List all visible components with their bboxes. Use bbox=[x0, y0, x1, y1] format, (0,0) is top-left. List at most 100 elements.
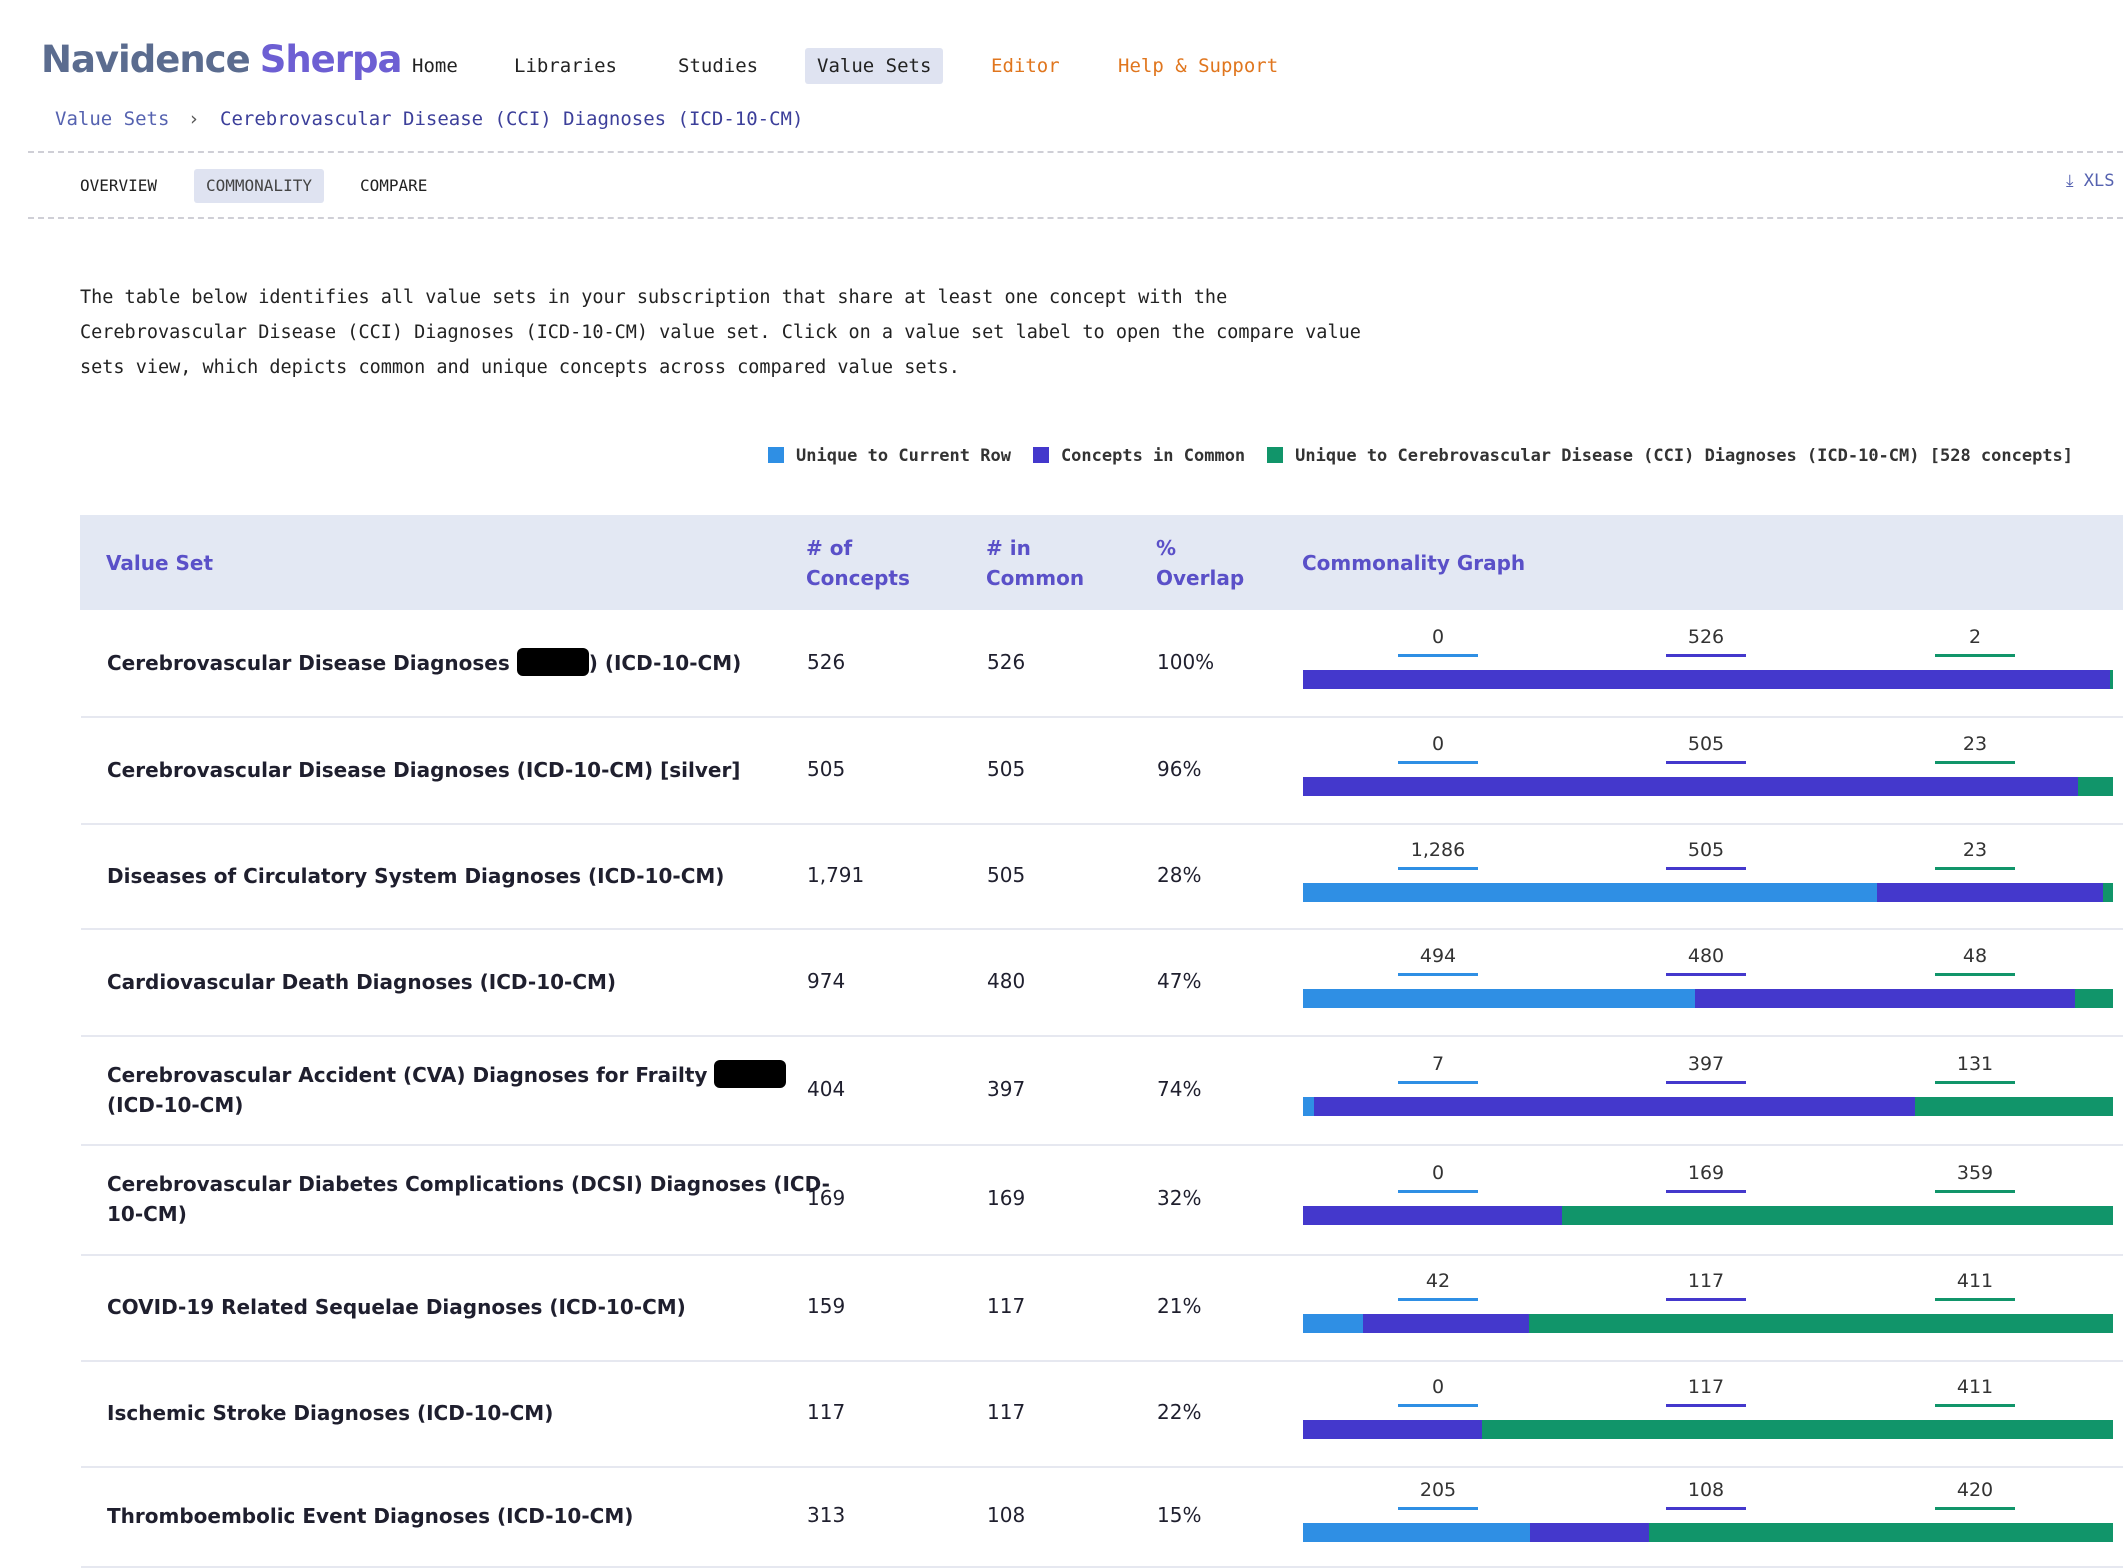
header-value-set[interactable]: Value Set bbox=[106, 548, 213, 578]
tab-commonality[interactable]: COMMONALITY bbox=[194, 169, 324, 203]
value-set-link[interactable]: Ischemic Stroke Diagnoses (ICD-10-CM) bbox=[107, 1398, 837, 1428]
header-overlap[interactable]: % Overlap bbox=[1156, 533, 1256, 593]
description-line: The table below identifies all value set… bbox=[80, 287, 1228, 308]
commonality-bar bbox=[1303, 670, 2113, 689]
graph-count-underline bbox=[1935, 760, 2015, 764]
legend-item-unique-row: Unique to Current Row bbox=[768, 446, 1011, 466]
table-row: COVID-19 Related Sequelae Diagnoses (ICD… bbox=[81, 1254, 2123, 1362]
common-count: 117 bbox=[987, 1400, 1026, 1424]
commonality-bar bbox=[1303, 1206, 2113, 1225]
bar-segment-in-common bbox=[1303, 1206, 1563, 1225]
value-set-name-suffix: ) (ICD-10-CM) bbox=[588, 651, 742, 675]
graph-count-underline bbox=[1398, 1298, 1478, 1301]
graph-count-underline bbox=[1666, 972, 1746, 976]
export-xls-button[interactable]: ⤓ XLS bbox=[2066, 171, 2114, 191]
bar-segment-in-common bbox=[1303, 670, 2110, 689]
legend-swatch bbox=[768, 447, 784, 463]
nav-libraries[interactable]: Libraries bbox=[502, 48, 629, 84]
graph-count-label: 23 bbox=[1962, 732, 1988, 755]
common-count: 480 bbox=[987, 968, 1026, 993]
app-logo[interactable]: Navidence Sherpa bbox=[41, 38, 402, 81]
graph-count-underline bbox=[1935, 972, 2015, 976]
graph-count-label: 526 bbox=[1687, 626, 1725, 648]
commonality-graph: 1,286 505 23 bbox=[1303, 839, 2113, 909]
commonality-graph: 0 505 23 bbox=[1303, 733, 2113, 803]
commonality-graph: 205 108 420 bbox=[1303, 1479, 2113, 1549]
common-count: 505 bbox=[987, 756, 1026, 781]
graph-count-underline bbox=[1666, 654, 1746, 657]
breadcrumb-current: Cerebrovascular Disease (CCI) Diagnoses … bbox=[220, 108, 804, 130]
graph-count-underline bbox=[1398, 1190, 1478, 1193]
bar-segment-unique-row bbox=[1303, 988, 1695, 1008]
value-set-name: Ischemic Stroke Diagnoses (ICD-10-CM) bbox=[107, 1401, 554, 1425]
header-concepts[interactable]: # of Concepts bbox=[806, 533, 926, 593]
graph-count-underline bbox=[1666, 866, 1746, 870]
value-set-link[interactable]: Thromboembolic Event Diagnoses (ICD-10-C… bbox=[107, 1501, 837, 1531]
overlap-percent: 100% bbox=[1157, 650, 1215, 674]
bar-segment-unique-ref bbox=[2102, 882, 2113, 902]
value-set-link[interactable]: Cerebrovascular Disease Diagnoses ) (ICD… bbox=[107, 648, 837, 678]
commonality-graph: 494 480 48 bbox=[1303, 945, 2113, 1015]
common-count: 397 bbox=[987, 1076, 1026, 1101]
bar-segment-unique-ref bbox=[1648, 1523, 2113, 1542]
value-set-name: Thromboembolic Event Diagnoses (ICD-10-C… bbox=[107, 1504, 634, 1528]
concepts-count: 1,791 bbox=[807, 862, 865, 887]
graph-count-underline bbox=[1935, 1190, 2015, 1193]
bar-segment-unique-row bbox=[1303, 1523, 1530, 1542]
graph-count-label: 48 bbox=[1962, 944, 1988, 967]
table-row: Cerebrovascular Diabetes Complications (… bbox=[81, 1144, 2123, 1256]
value-set-name: Cardiovascular Death Diagnoses (ICD-10-C… bbox=[107, 969, 617, 994]
commonality-graph: 0 169 359 bbox=[1303, 1162, 2113, 1232]
concepts-count: 505 bbox=[807, 756, 846, 781]
tab-compare[interactable]: COMPARE bbox=[348, 169, 439, 203]
logo-part1: Navidence bbox=[41, 38, 251, 81]
header-common[interactable]: # in Common bbox=[986, 533, 1106, 593]
bar-segment-unique-row bbox=[1303, 1096, 1314, 1116]
redacted-block bbox=[516, 648, 589, 676]
graph-count-underline bbox=[1398, 1080, 1478, 1084]
bar-segment-in-common bbox=[1694, 988, 2075, 1008]
value-set-link[interactable]: Cerebrovascular Disease Diagnoses (ICD-1… bbox=[107, 755, 837, 785]
value-set-link[interactable]: Cerebrovascular Diabetes Complications (… bbox=[107, 1169, 837, 1229]
bar-segment-unique-ref bbox=[1482, 1420, 2113, 1439]
concepts-count: 526 bbox=[807, 650, 846, 674]
graph-count-underline bbox=[1666, 1298, 1746, 1301]
graph-count-underline bbox=[1398, 866, 1478, 870]
value-set-link[interactable]: COVID-19 Related Sequelae Diagnoses (ICD… bbox=[107, 1292, 837, 1322]
graph-count-label: 117 bbox=[1687, 1376, 1725, 1398]
nav-help-support[interactable]: Help & Support bbox=[1106, 48, 1290, 84]
export-label: XLS bbox=[2083, 171, 2115, 191]
value-set-link[interactable]: Cerebrovascular Accident (CVA) Diagnoses… bbox=[107, 1059, 837, 1120]
commonality-bar bbox=[1303, 776, 2113, 796]
nav-studies[interactable]: Studies bbox=[666, 48, 770, 84]
common-count: 169 bbox=[987, 1186, 1026, 1210]
bar-segment-in-common bbox=[1303, 1420, 1483, 1439]
header-graph: Commonality Graph bbox=[1302, 551, 1526, 575]
tab-overview[interactable]: OVERVIEW bbox=[68, 169, 169, 203]
commonality-bar bbox=[1303, 1314, 2113, 1333]
nav-value-sets[interactable]: Value Sets bbox=[805, 48, 944, 84]
bar-segment-in-common bbox=[1877, 882, 2103, 902]
commonality-bar bbox=[1303, 882, 2113, 902]
bar-segment-unique-ref bbox=[1528, 1314, 2113, 1333]
commonality-bar bbox=[1303, 1096, 2113, 1116]
graph-count-underline bbox=[1935, 1404, 2015, 1407]
bar-segment-unique-row bbox=[1303, 882, 1878, 902]
value-set-link[interactable]: Diseases of Circulatory System Diagnoses… bbox=[107, 861, 837, 891]
overlap-percent: 47% bbox=[1157, 968, 1202, 993]
nav-home[interactable]: Home bbox=[400, 48, 470, 84]
bar-segment-in-common bbox=[1303, 776, 2078, 796]
breadcrumb-root[interactable]: Value Sets bbox=[55, 108, 169, 130]
graph-count-underline bbox=[1398, 1404, 1478, 1407]
commonality-graph: 7 397 131 bbox=[1303, 1053, 2113, 1123]
bar-segment-in-common bbox=[1362, 1314, 1529, 1333]
graph-count-underline bbox=[1666, 1190, 1746, 1193]
graph-count-label: 131 bbox=[1956, 1052, 1994, 1075]
legend-label: Unique to Current Row bbox=[796, 446, 1011, 466]
value-set-link[interactable]: Cardiovascular Death Diagnoses (ICD-10-C… bbox=[107, 967, 837, 997]
nav-editor[interactable]: Editor bbox=[979, 48, 1072, 84]
common-count: 117 bbox=[987, 1294, 1026, 1318]
graph-legend: Unique to Current Row Concepts in Common U… bbox=[768, 446, 2095, 466]
redacted-block bbox=[714, 1059, 787, 1088]
graph-count-label: 0 bbox=[1431, 1162, 1445, 1184]
